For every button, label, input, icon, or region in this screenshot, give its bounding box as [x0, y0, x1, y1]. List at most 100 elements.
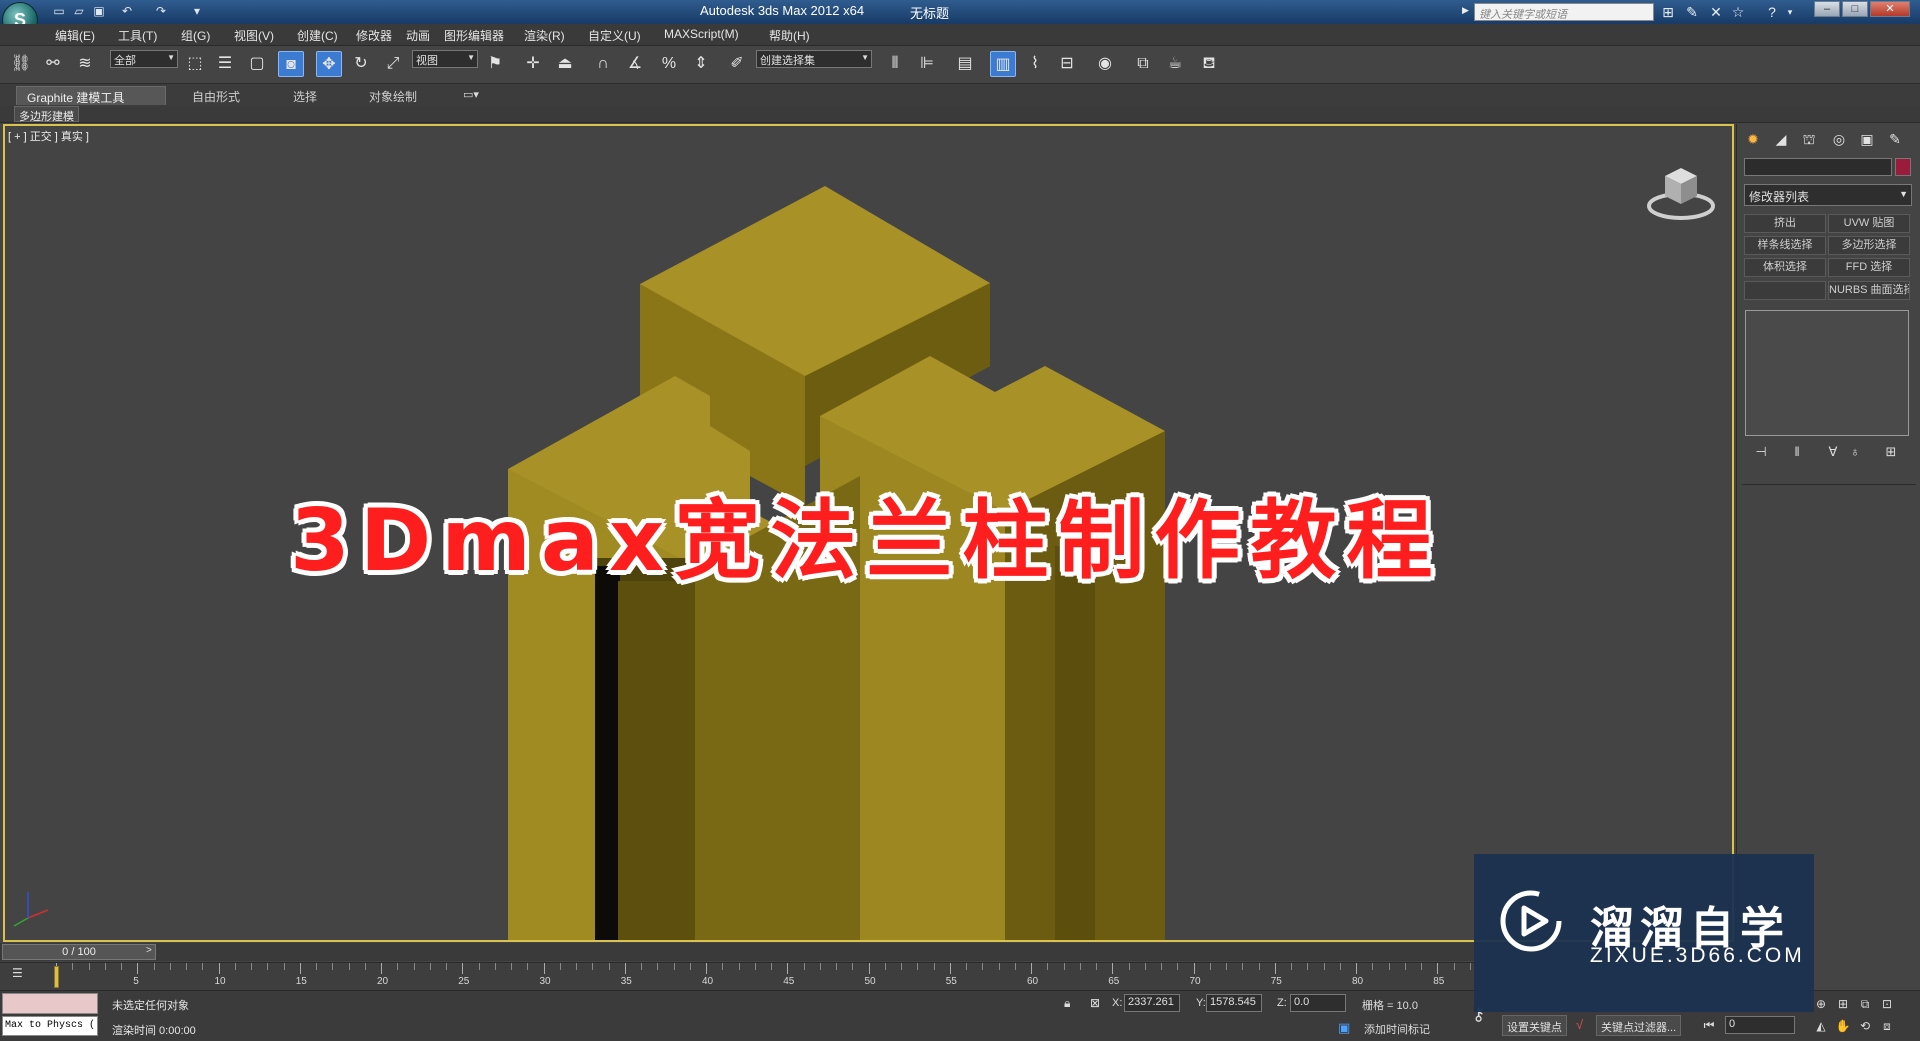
unlink-icon[interactable]: ⚯ [40, 51, 66, 77]
modify-panel-icon[interactable]: ◢ [1770, 128, 1792, 150]
material-editor-icon[interactable]: ◉ [1092, 51, 1118, 77]
vol-select-button[interactable]: 体积选择 [1744, 258, 1826, 277]
selection-filter-dropdown[interactable]: 全部 [110, 50, 178, 68]
menu-customize[interactable]: 自定义(U) [588, 27, 641, 44]
uvw-map-button[interactable]: UVW 贴图 [1828, 214, 1910, 233]
select-and-move-icon[interactable]: ✥ [316, 51, 342, 77]
mirror-icon[interactable]: ⫴ [882, 51, 908, 77]
schematic-view-icon[interactable]: ⊟ [1054, 51, 1080, 77]
menu-views[interactable]: 视图(V) [234, 27, 274, 44]
show-end-result-icon[interactable]: ‖ [1786, 444, 1808, 462]
close-button[interactable]: ✕ [1870, 1, 1910, 17]
pan-view-icon[interactable]: ✋ [1834, 1018, 1852, 1034]
field-of-view-icon[interactable]: ◭ [1812, 1018, 1830, 1034]
reference-coordinate-dropdown[interactable]: 视图 [412, 50, 478, 68]
polygon-modeling-panel[interactable]: 多边形建模 [14, 106, 79, 123]
tab-object-paint[interactable]: 对象绘制 [359, 86, 427, 105]
angle-snap-icon[interactable]: ∡ [622, 51, 648, 77]
manipulate-icon[interactable]: ✛ [520, 51, 546, 77]
window-crossing-icon[interactable]: ◙ [278, 51, 304, 77]
poly-select-button[interactable]: 多边形选择 [1828, 236, 1910, 255]
go-to-start-icon[interactable]: ⏮ [1700, 1017, 1718, 1033]
nurbs-surface-select-button[interactable]: NURBS 曲面选择 [1828, 281, 1910, 300]
binoculars-icon[interactable]: ⊞ [1658, 3, 1678, 21]
tab-graphite-modeling[interactable]: Graphite 建模工具 [16, 86, 166, 105]
pivot-center-icon[interactable]: ⚑ [482, 51, 508, 77]
curve-editor-icon[interactable]: ⌇ [1022, 51, 1048, 77]
orbit-icon[interactable]: ⟲ [1856, 1018, 1874, 1034]
hierarchy-panel-icon[interactable]: ⛫ [1798, 128, 1820, 150]
snaps-toggle-icon[interactable]: ∩ [590, 51, 616, 77]
help-icon[interactable]: ? [1762, 3, 1782, 21]
display-panel-icon[interactable]: ▣ [1856, 128, 1878, 150]
select-by-name-icon[interactable]: ☰ [212, 51, 238, 77]
current-time-marker[interactable] [54, 966, 59, 988]
next-frame-icon[interactable]: > [146, 945, 152, 956]
open-mini-curve-editor-icon[interactable]: ☰ [12, 966, 23, 980]
menu-animation[interactable]: 动画 [406, 27, 430, 44]
selection-lock-icon[interactable]: 🔒︎ [1064, 996, 1070, 1011]
tab-freeform[interactable]: 自由形式 [182, 86, 250, 105]
key-mode-icon[interactable]: √ [1576, 1017, 1583, 1032]
render-setup-icon[interactable]: ⧉ [1130, 51, 1156, 77]
ffd-select-button[interactable]: FFD 选择 [1828, 258, 1910, 277]
empty-modifier-button[interactable] [1744, 281, 1826, 300]
z-coordinate-field[interactable]: 0.0 [1290, 994, 1346, 1012]
named-selection-dropdown[interactable]: 创建选择集 [756, 50, 872, 68]
select-and-scale-icon[interactable]: ⤢ [380, 51, 406, 77]
open-file-icon[interactable]: ▱ [70, 3, 88, 20]
make-unique-icon[interactable]: ∀ [1822, 444, 1844, 462]
favorites-icon[interactable]: ☆ [1728, 3, 1748, 21]
rendered-frame-window-icon[interactable]: ☕ [1162, 51, 1188, 77]
undo-icon[interactable]: ↶ [118, 3, 136, 20]
quick-access-dropdown-icon[interactable]: ▾ [188, 3, 206, 20]
keyboard-shortcut-icon[interactable]: ⏏ [552, 51, 578, 77]
maxscript-listener-pink[interactable] [2, 993, 98, 1014]
edit-named-selection-icon[interactable]: ✐ [724, 51, 750, 77]
communication-icon[interactable]: ✕ [1706, 3, 1726, 21]
search-expand-icon[interactable]: ▶ [1462, 5, 1469, 16]
graphite-toggle-icon[interactable]: ▥ [990, 51, 1016, 77]
utilities-panel-icon[interactable]: ✎ [1884, 128, 1906, 150]
select-and-rotate-icon[interactable]: ↻ [348, 51, 374, 77]
menu-modifiers[interactable]: 修改器 [356, 27, 392, 44]
zoom-extents-icon[interactable]: ⧉ [1856, 996, 1874, 1012]
subscription-icon[interactable]: ✎ [1682, 3, 1702, 21]
modifier-list-dropdown[interactable]: 修改器列表 [1744, 184, 1912, 206]
motion-panel-icon[interactable]: ◎ [1828, 128, 1850, 150]
extrude-button[interactable]: 挤出 [1744, 214, 1826, 233]
x-coordinate-field[interactable]: 2337.261 [1124, 994, 1180, 1012]
new-file-icon[interactable]: ▭ [50, 3, 68, 20]
add-time-tag[interactable]: 添加时间标记 [1364, 1021, 1430, 1037]
time-tag-icon[interactable]: ▣ [1338, 1020, 1350, 1036]
align-icon[interactable]: ⊫ [914, 51, 940, 77]
menu-group[interactable]: 组(G) [181, 27, 210, 44]
menu-help[interactable]: 帮助(H) [769, 27, 810, 44]
remove-modifier-icon[interactable]: ♁ [1844, 444, 1866, 462]
current-frame-field[interactable]: 0 [1725, 1016, 1795, 1034]
pin-stack-icon[interactable]: ⊣ [1750, 444, 1772, 462]
menu-edit[interactable]: 编辑(E) [55, 27, 95, 44]
menu-tools[interactable]: 工具(T) [118, 27, 157, 44]
zoom-icon[interactable]: ⊕ [1812, 996, 1830, 1012]
modifier-stack[interactable] [1745, 310, 1909, 436]
minimize-button[interactable]: – [1814, 1, 1840, 17]
tab-selection[interactable]: 选择 [283, 86, 327, 105]
spinner-snap-icon[interactable]: ⇕ [688, 51, 714, 77]
select-object-icon[interactable]: ⬚ [182, 51, 208, 77]
menu-rendering[interactable]: 渲染(R) [524, 27, 565, 44]
zoom-extents-all-icon[interactable]: ⊡ [1878, 996, 1896, 1012]
key-filters-button[interactable]: 关键点过滤器... [1596, 1015, 1682, 1036]
set-key-button[interactable]: 设置关键点 [1502, 1015, 1567, 1036]
maximize-viewport-icon[interactable]: ⧈ [1878, 1018, 1896, 1034]
viewcube-icon[interactable] [1645, 158, 1717, 222]
time-slider[interactable]: 0 / 100 [2, 944, 156, 960]
layer-manager-icon[interactable]: ▤ [952, 51, 978, 77]
zoom-all-icon[interactable]: ⊞ [1834, 996, 1852, 1012]
ribbon-options-icon[interactable]: ▭▾ [463, 88, 479, 101]
spline-select-button[interactable]: 样条线选择 [1744, 236, 1826, 255]
object-color-swatch[interactable] [1895, 158, 1911, 176]
y-coordinate-field[interactable]: 1578.545 [1206, 994, 1262, 1012]
configure-modifier-sets-icon[interactable]: ⊞ [1880, 444, 1902, 462]
redo-icon[interactable]: ↷ [152, 3, 170, 20]
